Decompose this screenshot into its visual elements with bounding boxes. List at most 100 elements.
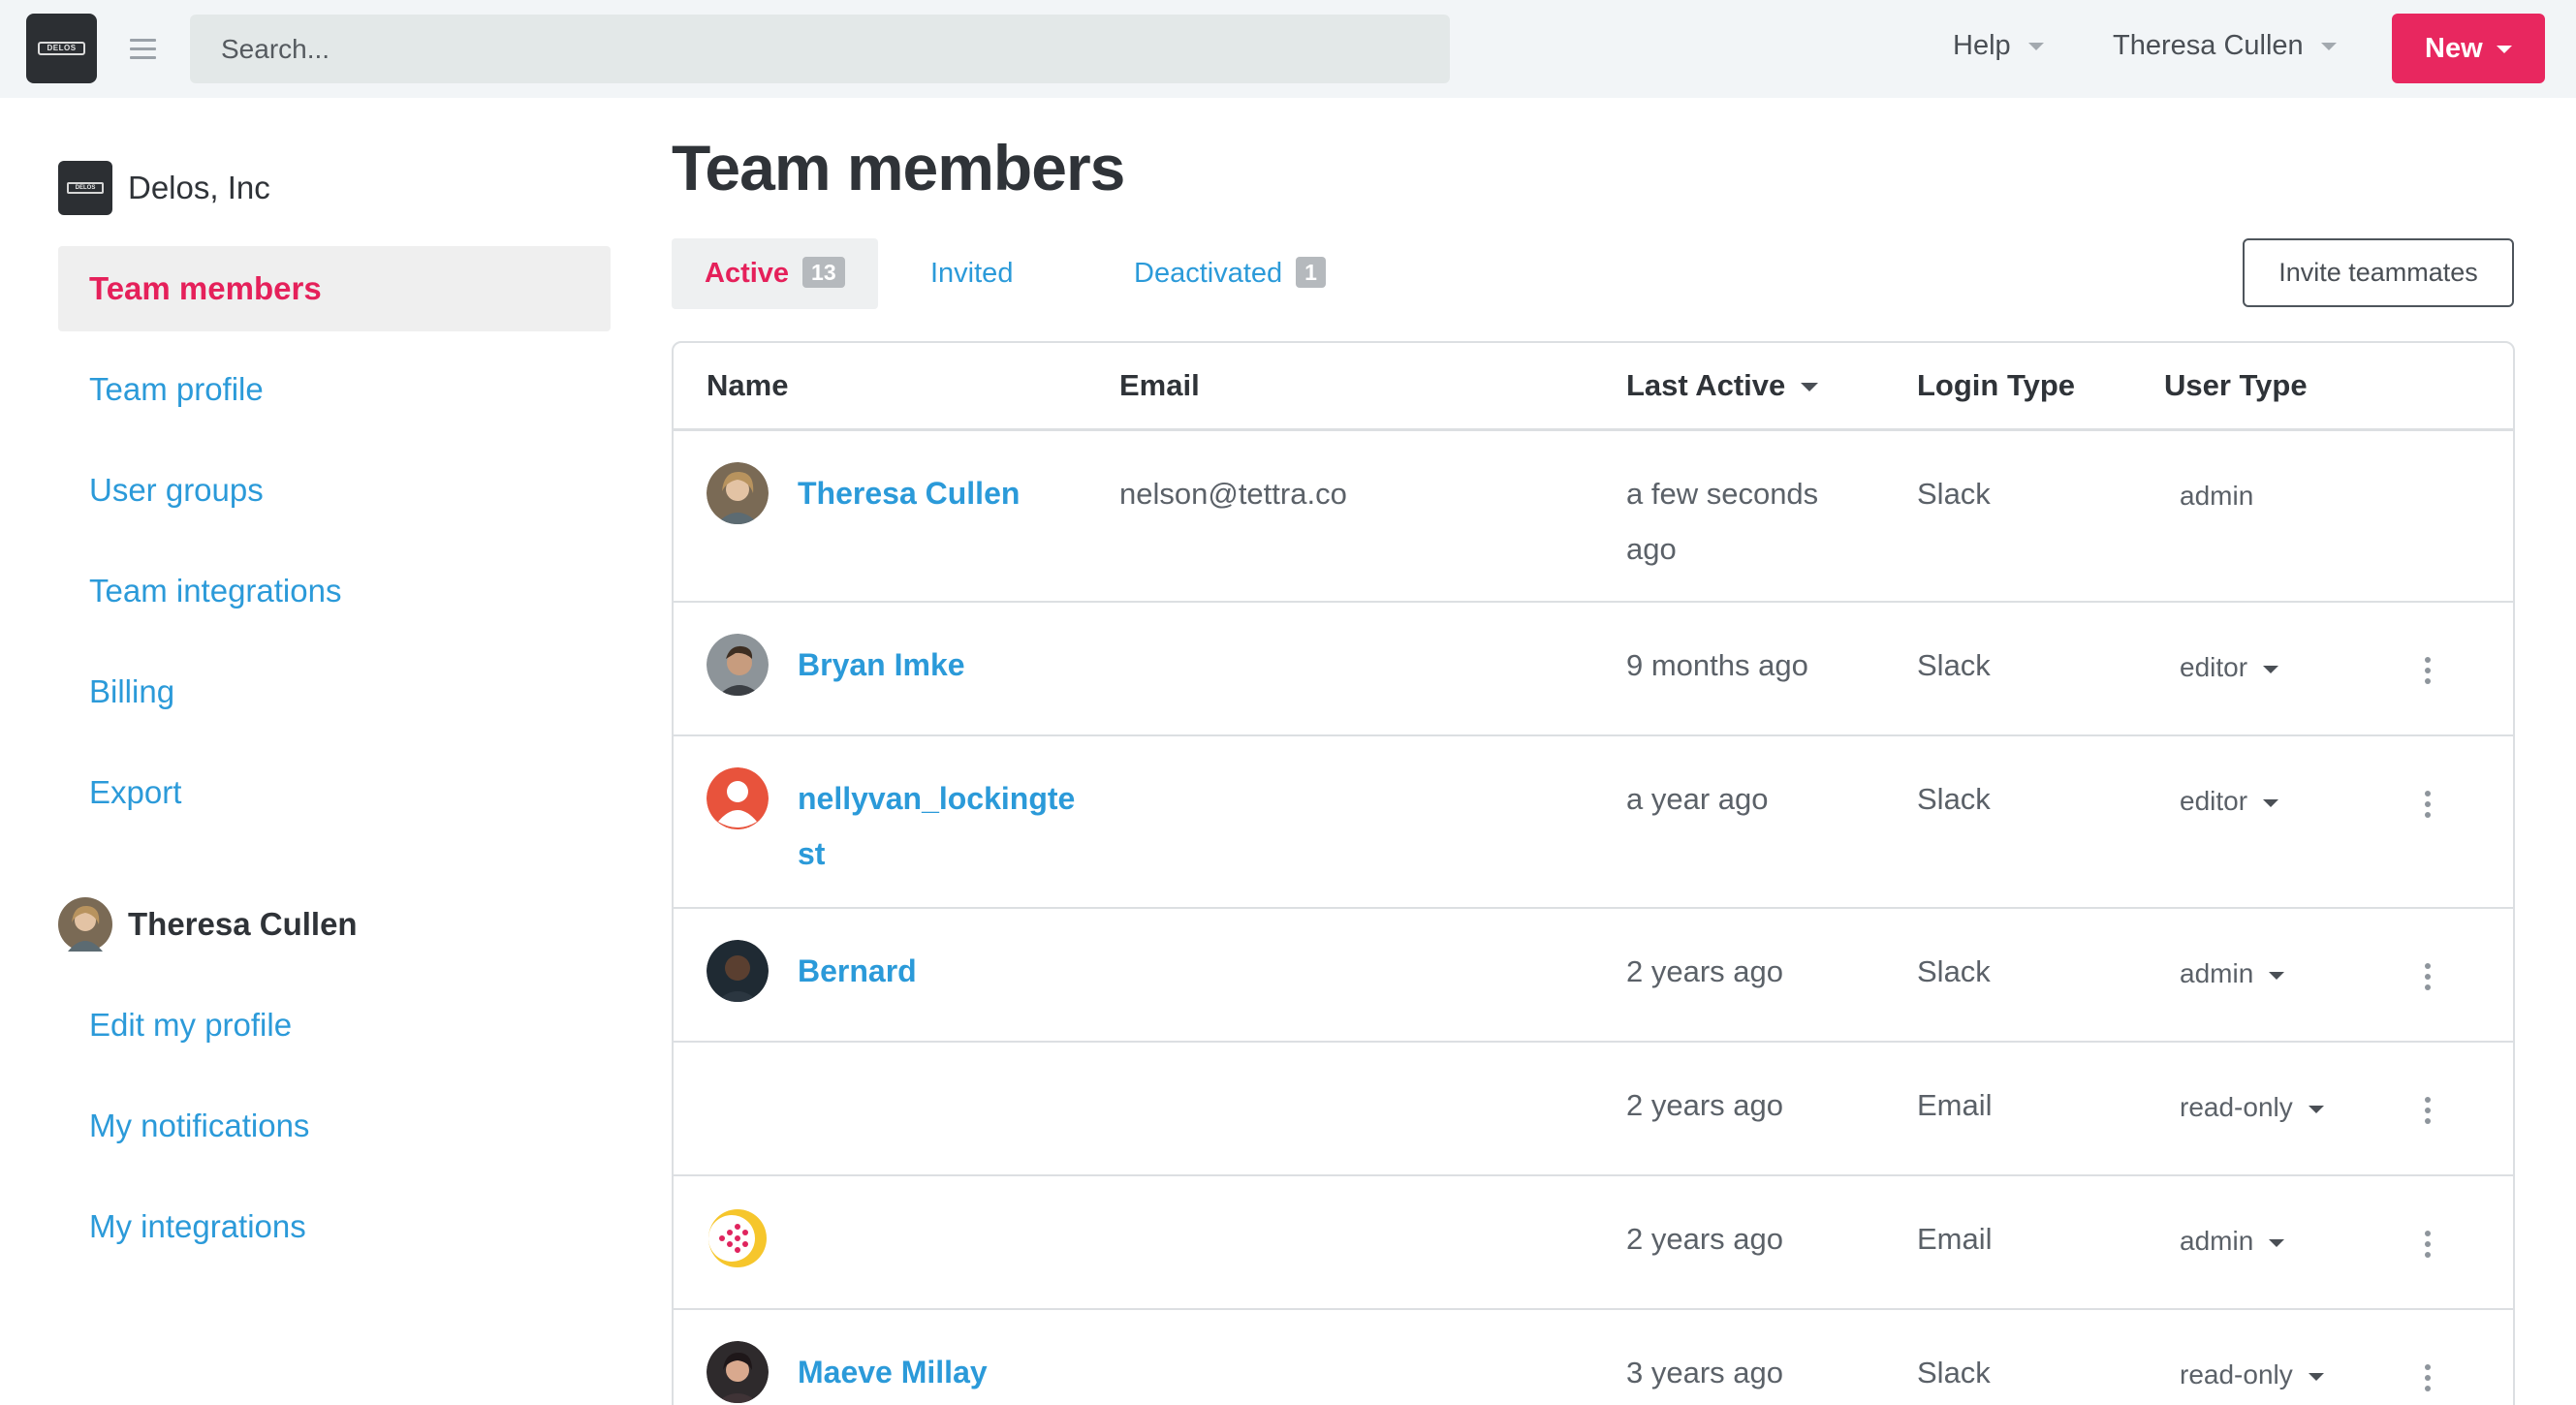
table-row: 2 years ago Email read-only [674, 1043, 2513, 1176]
sidebar-item-team-integrations[interactable]: Team integrations [58, 548, 611, 634]
member-name-link[interactable]: nellyvan_lockingtest [798, 771, 1079, 882]
org-header: DELOS Delos, Inc [58, 161, 270, 215]
member-last-active: 2 years ago [1626, 1222, 1783, 1256]
default-avatar-icon [707, 767, 769, 829]
member-last-active: 2 years ago [1626, 1088, 1783, 1122]
more-options-icon[interactable] [2418, 1097, 2437, 1130]
more-options-icon[interactable] [2418, 1231, 2437, 1264]
tab-active-count: 13 [802, 257, 845, 289]
user-type-label: admin [2180, 958, 2254, 988]
chevron-down-icon [2027, 43, 2044, 51]
user-type-label: editor [2180, 652, 2248, 682]
member-login-type: Slack [1917, 477, 1991, 511]
user-type-select[interactable]: admin [2180, 946, 2285, 1001]
tab-active[interactable]: Active 13 [672, 238, 878, 309]
column-header-last-active[interactable]: Last Active [1626, 368, 1819, 403]
sidebar-item-team-profile[interactable]: Team profile [58, 347, 611, 432]
member-login-type: Email [1917, 1222, 1993, 1256]
new-button-label: New [2425, 32, 2483, 64]
avatar [707, 1207, 769, 1269]
chevron-down-icon [2320, 43, 2337, 51]
tab-invited-label: Invited [930, 258, 1014, 289]
chevron-down-icon [2308, 1105, 2324, 1113]
member-user-type: admin [2180, 481, 2254, 511]
user-type-select[interactable]: editor [2180, 640, 2279, 695]
members-table: Name Email Last Active Login Type User T… [672, 341, 2515, 1405]
more-options-icon[interactable] [2418, 1364, 2437, 1397]
more-options-icon[interactable] [2418, 963, 2437, 996]
table-row: nellyvan_lockingtest a year ago Slack ed… [674, 736, 2513, 909]
chevron-down-icon [2269, 971, 2285, 980]
member-last-active: a year ago [1626, 782, 1769, 816]
tab-deactivated-label: Deactivated [1134, 258, 1283, 289]
sidebar-item-user-groups[interactable]: User groups [58, 448, 611, 533]
table-row: Bernard 2 years ago Slack admin [674, 909, 2513, 1043]
user-menu-label: Theresa Cullen [2113, 30, 2304, 61]
app-logo-mark: DELOS [38, 42, 85, 55]
member-last-active: 3 years ago [1626, 1356, 1783, 1389]
search-input[interactable] [190, 15, 1450, 83]
help-menu-label: Help [1953, 30, 2011, 61]
user-type-select[interactable]: read-only [2180, 1079, 2324, 1135]
table-header: Name Email Last Active Login Type User T… [674, 343, 2513, 431]
top-bar: DELOS Help Theresa Cullen New [0, 0, 2576, 98]
member-name-link[interactable]: Bryan Imke [798, 638, 1079, 693]
more-options-icon[interactable] [2418, 657, 2437, 690]
org-logo: DELOS [58, 161, 112, 215]
sidebar-item-edit-profile[interactable]: Edit my profile [58, 983, 611, 1068]
chevron-down-icon [2496, 45, 2512, 53]
new-button[interactable]: New [2392, 14, 2545, 83]
column-header-user-type: User Type [2164, 368, 2308, 402]
member-login-type: Slack [1917, 1356, 1991, 1389]
sidebar-item-team-members[interactable]: Team members [58, 246, 611, 331]
page-title: Team members [672, 132, 1125, 203]
chevron-down-icon [2308, 1372, 2324, 1381]
help-menu[interactable]: Help [1953, 30, 2044, 62]
avatar [707, 940, 769, 1002]
sidebar-user-name: Theresa Cullen [128, 906, 358, 942]
tab-deactivated[interactable]: Deactivated 1 [1134, 238, 1326, 309]
user-menu[interactable]: Theresa Cullen [2113, 30, 2337, 62]
chevron-down-icon [2263, 798, 2279, 807]
column-header-email: Email [1119, 368, 1200, 402]
more-options-icon[interactable] [2418, 791, 2437, 824]
member-email: nelson@tettra.co [1119, 477, 1347, 511]
member-login-type: Slack [1917, 782, 1991, 816]
user-type-label: read-only [2180, 1092, 2293, 1122]
tab-deactivated-count: 1 [1296, 257, 1326, 289]
sidebar-item-billing[interactable]: Billing [58, 649, 611, 734]
menu-icon[interactable] [130, 39, 156, 60]
member-name-link[interactable]: Theresa Cullen [798, 466, 1079, 521]
avatar [707, 1341, 769, 1403]
member-last-active: a few seconds ago [1626, 477, 1819, 566]
sidebar-item-my-integrations[interactable]: My integrations [58, 1184, 611, 1269]
sidebar-item-export[interactable]: Export [58, 750, 611, 835]
table-row: 2 years ago Email admin [674, 1176, 2513, 1310]
member-last-active: 2 years ago [1626, 954, 1783, 988]
user-type-select[interactable]: admin [2180, 1213, 2285, 1268]
avatar [707, 634, 769, 696]
column-header-last-active-label: Last Active [1626, 368, 1786, 402]
sidebar-item-notifications[interactable]: My notifications [58, 1083, 611, 1169]
user-section-header: Theresa Cullen [58, 897, 358, 952]
column-header-login-type: Login Type [1917, 368, 2076, 402]
member-login-type: Email [1917, 1088, 1993, 1122]
invite-teammates-button[interactable]: Invite teammates [2243, 238, 2514, 307]
chevron-down-icon [2269, 1238, 2285, 1247]
user-type-select[interactable]: editor [2180, 773, 2279, 828]
chevron-down-icon [2263, 665, 2279, 673]
user-type-label: admin [2180, 1226, 2254, 1256]
member-name-link[interactable]: Bernard [798, 944, 1079, 999]
member-name-link[interactable]: Maeve Millay [798, 1345, 1079, 1400]
member-login-type: Slack [1917, 954, 1991, 988]
app-logo[interactable]: DELOS [26, 14, 97, 83]
tab-active-label: Active [705, 258, 790, 289]
avatar [58, 897, 112, 952]
table-row: Theresa Cullen nelson@tettra.co a few se… [674, 431, 2513, 603]
tab-invited[interactable]: Invited [930, 238, 1013, 309]
org-logo-mark: DELOS [67, 182, 104, 194]
user-type-label: editor [2180, 786, 2248, 816]
table-row: Maeve Millay 3 years ago Slack read-only [674, 1310, 2513, 1405]
sort-down-icon[interactable] [1801, 383, 1819, 392]
user-type-select[interactable]: read-only [2180, 1347, 2324, 1402]
